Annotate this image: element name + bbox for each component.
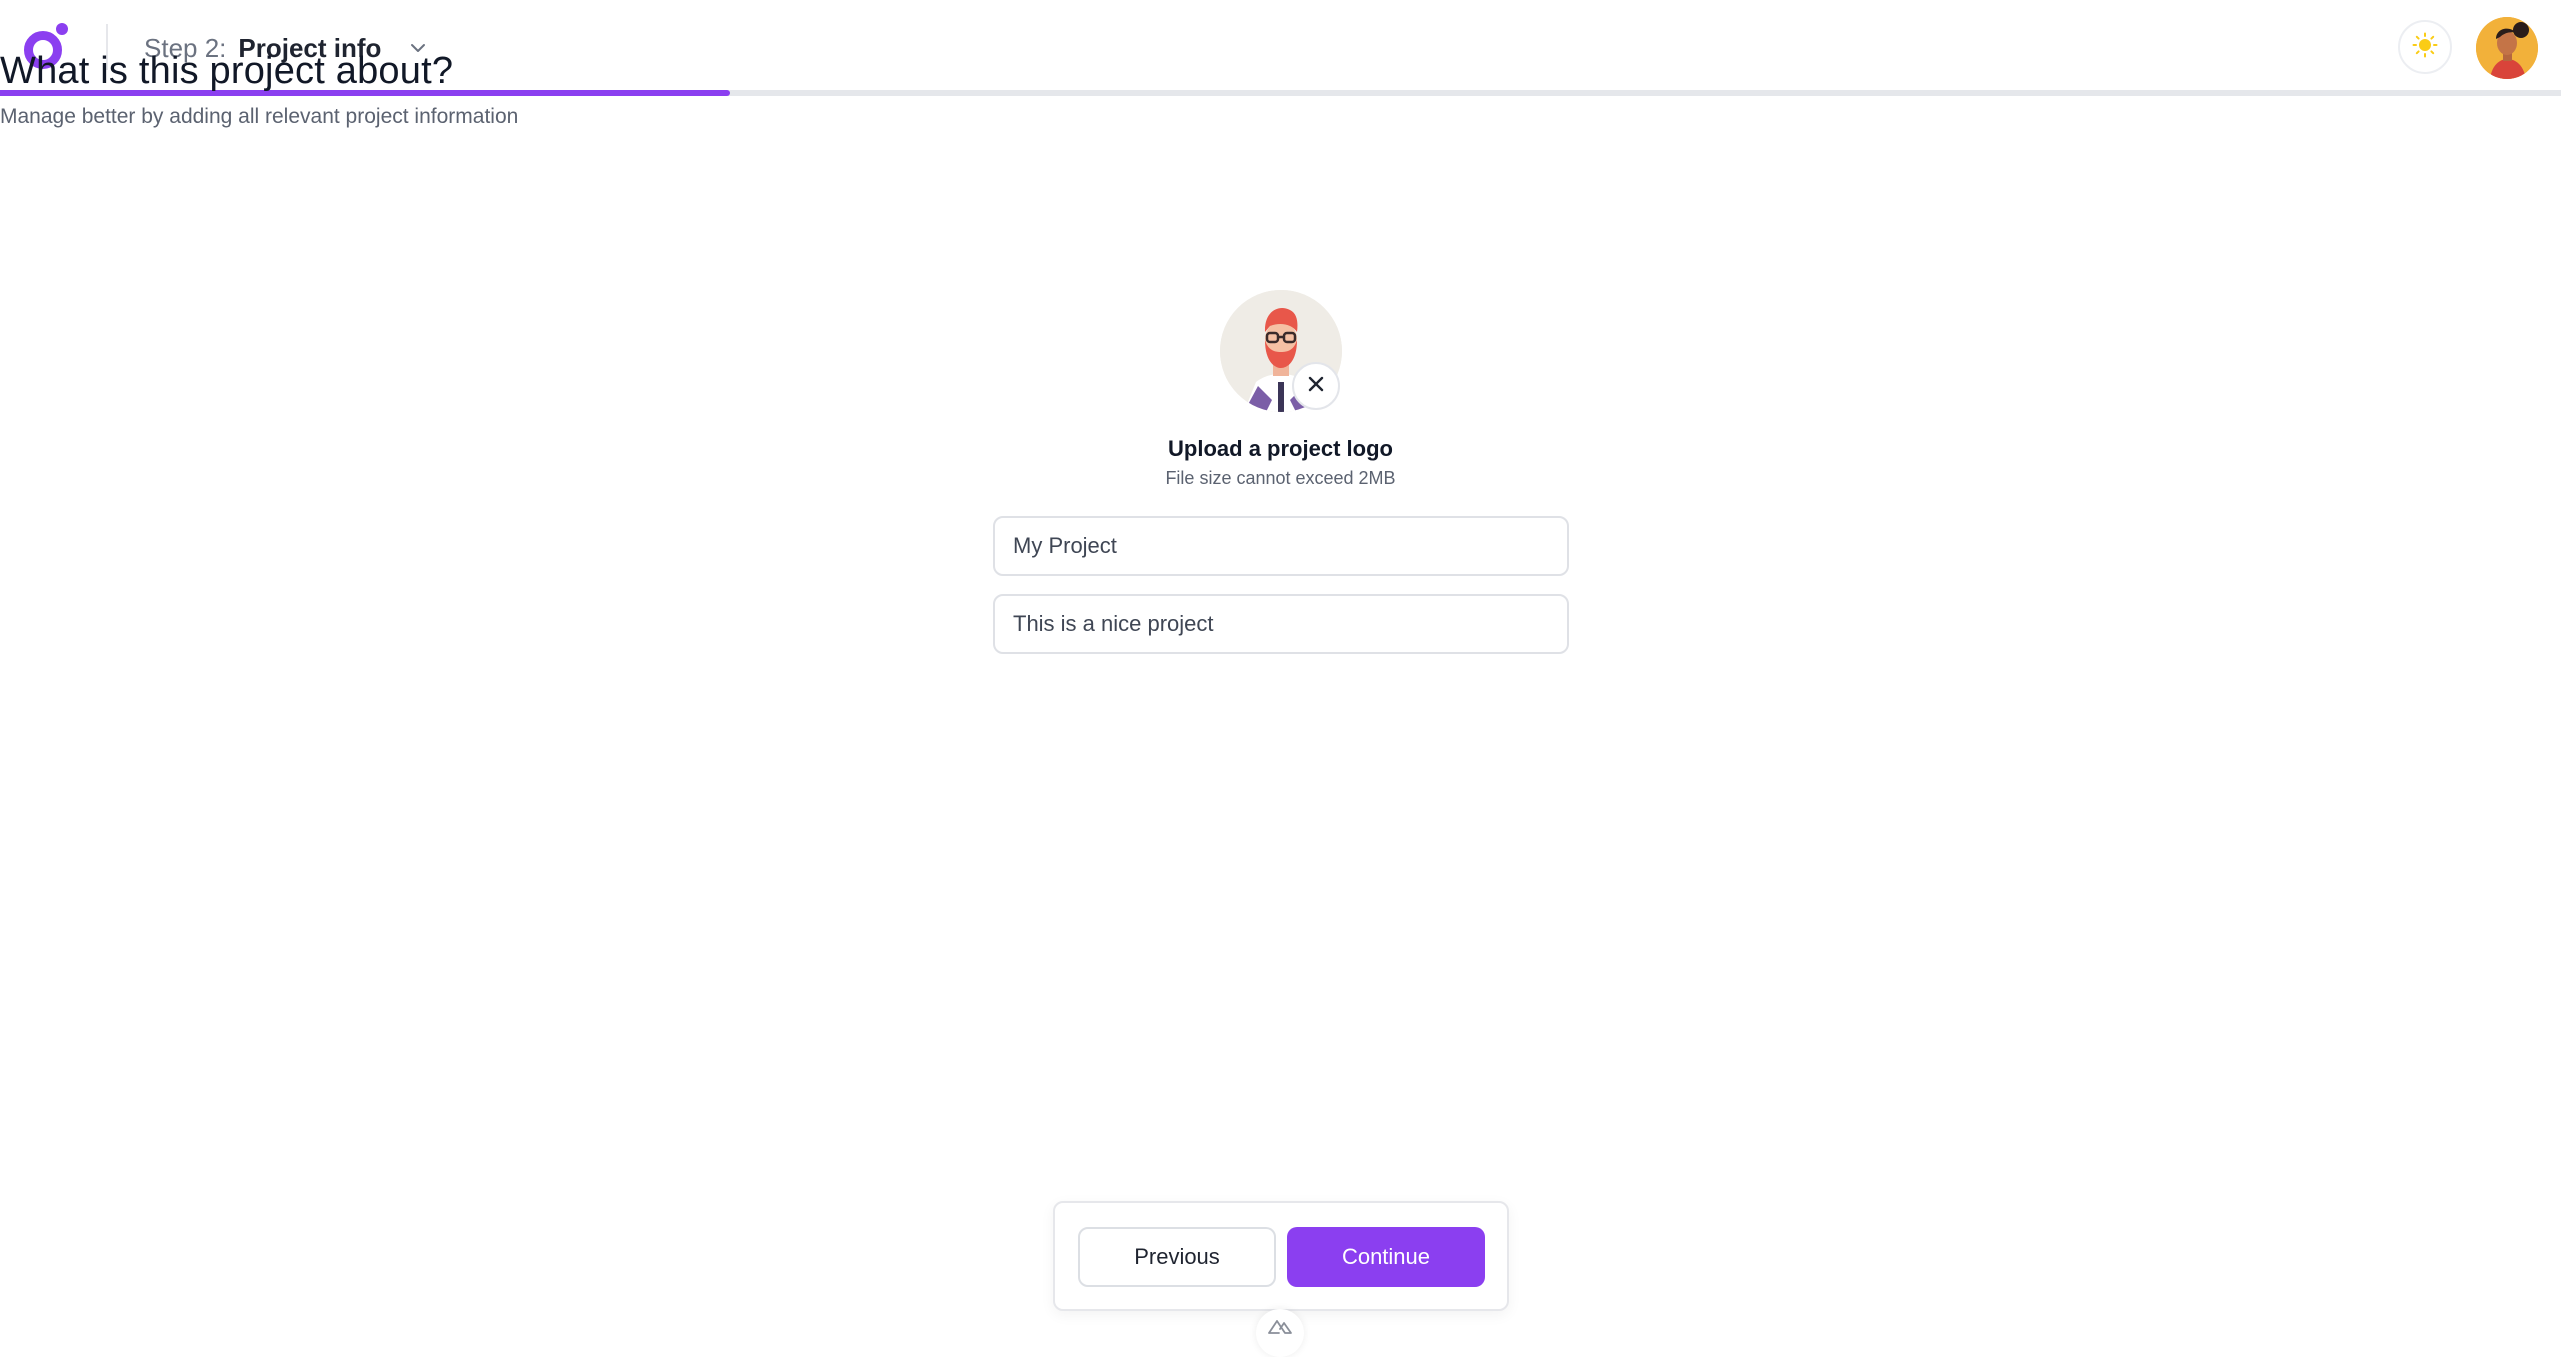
page-subtitle: Manage better by adding all relevant pro… [0,105,519,128]
remove-logo-button[interactable] [1292,362,1340,410]
previous-button[interactable]: Previous [1078,1227,1276,1287]
continue-button[interactable]: Continue [1287,1227,1485,1287]
project-description-input[interactable] [993,594,1569,654]
project-name-input[interactable] [993,516,1569,576]
upload-logo-label: Upload a project logo [1168,436,1393,461]
nuxt-devtools-button[interactable] [1256,1309,1304,1357]
close-icon [1306,374,1326,399]
step-actions-panel: Previous Continue [1053,1201,1509,1311]
nuxt-icon [1267,1319,1293,1340]
upload-size-hint: File size cannot exceed 2MB [1165,468,1396,488]
page-title: What is this project about? [0,50,454,92]
